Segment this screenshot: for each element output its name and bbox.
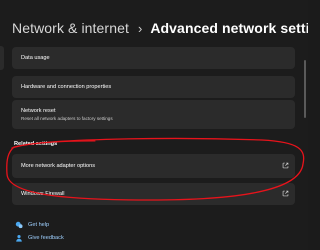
windows-firewall-label: Windows Firewall	[21, 191, 65, 197]
breadcrumb: Network & internet › Advanced network se…	[12, 20, 308, 36]
data-usage-label: Data usage	[21, 55, 50, 61]
give-feedback-link[interactable]: Give feedback	[15, 234, 64, 242]
related-settings-heading: Related settings	[14, 141, 58, 147]
external-link-icon	[282, 190, 289, 197]
data-usage-card[interactable]: Data usage	[12, 47, 295, 69]
windows-firewall-card[interactable]: Windows Firewall	[12, 183, 295, 205]
get-help-link[interactable]: Get help	[15, 221, 49, 229]
hardware-properties-label: Hardware and connection properties	[21, 84, 112, 90]
network-reset-label: Network reset	[21, 108, 56, 114]
more-adapter-options-label: More network adapter options	[21, 163, 96, 169]
hardware-properties-card[interactable]: Hardware and connection properties	[12, 76, 295, 98]
more-network-adapter-options-card[interactable]: More network adapter options	[12, 154, 295, 178]
help-icon	[15, 221, 23, 229]
give-feedback-label: Give feedback	[28, 235, 64, 241]
feedback-icon	[16, 234, 22, 242]
network-reset-card[interactable]: Network reset Reset all network adapters…	[12, 100, 295, 129]
breadcrumb-separator: ›	[137, 20, 143, 36]
breadcrumb-network-internet[interactable]: Network & internet	[12, 20, 129, 36]
scrollbar[interactable]	[304, 60, 306, 118]
get-help-label: Get help	[28, 222, 50, 228]
settings-window: Network & internet › Advanced network se…	[0, 0, 308, 250]
external-link-icon	[282, 162, 289, 169]
network-reset-description: Reset all network adapters to factory se…	[21, 116, 113, 121]
page-title: Advanced network settings	[150, 20, 308, 36]
nav-sidebar-edge[interactable]	[0, 46, 4, 70]
